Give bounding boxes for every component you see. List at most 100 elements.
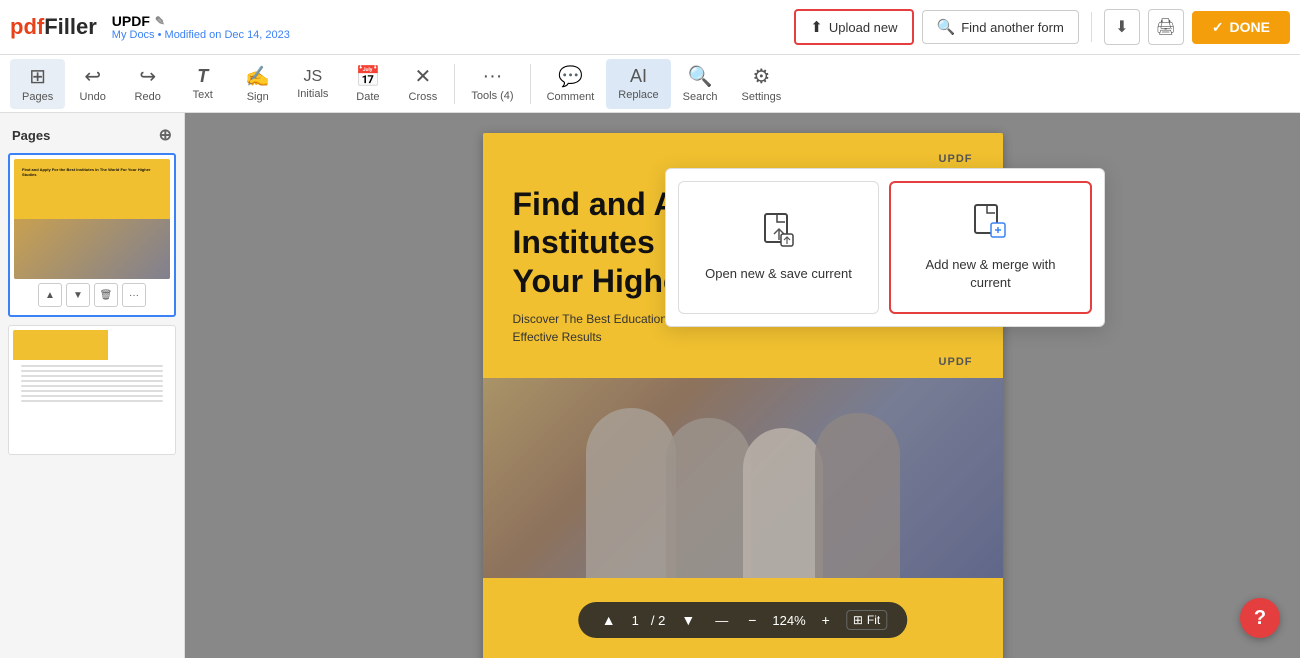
comment-icon: 💬 (558, 64, 583, 89)
sign-label: Sign (247, 91, 269, 103)
toolbar-settings[interactable]: ⚙ Settings (729, 59, 793, 109)
thumb-line-4 (21, 380, 163, 382)
replace-icon: AI (630, 66, 647, 87)
doc-title-text: UPDF (112, 13, 150, 29)
comment-label: Comment (547, 91, 595, 103)
replace-label: Replace (618, 89, 658, 101)
zoom-out-button[interactable]: − (744, 610, 760, 630)
toolbar-pages[interactable]: ⊞ Pages (10, 59, 65, 109)
sidebar-add-icon[interactable]: ⊕ (159, 125, 172, 145)
logo: pdfFiller (10, 14, 97, 40)
page-1-up-button[interactable]: ▲ (38, 283, 62, 307)
page-down-button[interactable]: ▼ (677, 610, 699, 630)
toolbar-initials[interactable]: JS Initials (285, 59, 340, 109)
thumb-2-strip (13, 330, 108, 360)
toolbar-sign[interactable]: ✍ Sign (230, 59, 285, 109)
toolbar-search[interactable]: 🔍 Search (671, 59, 730, 109)
upload-label: Upload new (829, 20, 898, 35)
done-button[interactable]: ✓ DONE (1192, 11, 1290, 44)
upload-new-button[interactable]: ⬆ Upload new (794, 9, 913, 45)
thumb-line-6 (21, 390, 163, 392)
thumb-line-8 (21, 400, 163, 402)
open-new-icon (763, 212, 795, 255)
toolbar-date[interactable]: 📅 Date (340, 59, 395, 109)
add-new-text: Add new & merge with current (906, 256, 1075, 292)
edit-icon[interactable]: ✎ (155, 14, 165, 28)
find-label: Find another form (961, 20, 1064, 35)
pages-label: Pages (22, 91, 53, 103)
download-button[interactable]: ⬇ (1104, 9, 1140, 45)
text-icon: T (197, 66, 208, 87)
search-label: Search (683, 91, 718, 103)
main-layout: Pages ⊕ 1 Find and Apply For the Best In… (0, 113, 1300, 658)
settings-icon: ⚙ (752, 64, 770, 89)
fit-icon: ⊞ (853, 613, 863, 627)
undo-label: Undo (80, 91, 106, 103)
toolbar-replace[interactable]: AI Replace (606, 59, 670, 109)
redo-label: Redo (135, 91, 161, 103)
upload-icon: ⬆ (810, 18, 823, 36)
thumb-1-content: Find and Apply For the Best Institutes I… (14, 159, 170, 279)
download-icon: ⬇ (1115, 17, 1128, 37)
zoom-in-button[interactable]: + (818, 610, 834, 630)
toolbar-undo[interactable]: ↩ Undo (65, 59, 120, 109)
bottom-bar: ▲ 1 / 2 ▼ — − 124% + ⊞ Fit (578, 602, 907, 638)
add-new-icon (973, 203, 1009, 246)
find-another-form-button[interactable]: 🔍 Find another form (922, 10, 1079, 44)
logo-filler: Filler (44, 14, 97, 40)
page-1-down-button[interactable]: ▼ (66, 283, 90, 307)
pdf-header-bar: UPDF (483, 133, 1003, 165)
content-area: UPDF Find and Apply For the Best Institu… (185, 113, 1300, 658)
done-check-icon: ✓ (1212, 19, 1224, 36)
tools-icon: ··· (482, 65, 502, 88)
text-label: Text (193, 89, 213, 101)
toolbar-divider (454, 64, 455, 104)
find-icon: 🔍 (937, 18, 956, 36)
add-new-merge-option[interactable]: Add new & merge with current (889, 181, 1092, 314)
thumb-2-lines (21, 365, 163, 405)
cross-label: Cross (409, 91, 438, 103)
thumb-1-text: Find and Apply For the Best Institutes I… (22, 167, 162, 177)
page-1-delete-button[interactable]: 🗑 (94, 283, 118, 307)
doc-info: UPDF ✎ My Docs • Modified on Dec 14, 202… (112, 13, 290, 41)
undo-icon: ↩ (84, 64, 101, 89)
page-1-more-button[interactable]: ··· (122, 283, 146, 307)
doc-meta: My Docs • Modified on Dec 14, 2023 (112, 29, 290, 41)
toolbar-text[interactable]: T Text (175, 59, 230, 109)
pdf-updf-label: UPDF (483, 356, 1003, 368)
fit-button[interactable]: ⊞ Fit (846, 610, 887, 630)
page-thumbnail-1[interactable]: 1 Find and Apply For the Best Institutes… (8, 153, 176, 317)
header: pdfFiller UPDF ✎ My Docs • Modified on D… (0, 0, 1300, 55)
zoom-level: 124% (772, 613, 805, 628)
thumb-line-3 (21, 375, 163, 377)
toolbar-tools[interactable]: ··· Tools (4) (459, 59, 525, 109)
zoom-separator: — (715, 613, 728, 628)
initials-icon: JS (303, 68, 322, 86)
fit-label: Fit (867, 613, 880, 627)
thumb-line-1 (21, 365, 163, 367)
help-button[interactable]: ? (1240, 598, 1280, 638)
page-current: 1 (632, 613, 639, 628)
open-new-save-current-option[interactable]: Open new & save current (678, 181, 879, 314)
date-label: Date (356, 91, 379, 103)
initials-label: Initials (297, 88, 328, 100)
toolbar-redo[interactable]: ↪ Redo (120, 59, 175, 109)
upload-dropdown: Open new & save current Add new & merge … (665, 168, 1105, 327)
search-icon: 🔍 (688, 64, 713, 89)
thumb-line-7 (21, 395, 163, 397)
toolbar-comment[interactable]: 💬 Comment (535, 59, 607, 109)
toolbar-divider2 (530, 64, 531, 104)
sidebar-header: Pages ⊕ (8, 121, 176, 153)
thumb-line-2 (21, 370, 163, 372)
toolbar-cross[interactable]: ✕ Cross (395, 59, 450, 109)
page-thumbnail-2[interactable]: 2 (8, 325, 176, 455)
tools-label: Tools (4) (471, 90, 513, 102)
page-1-actions: ▲ ▼ 🗑 ··· (14, 279, 170, 311)
header-actions: ⬆ Upload new 🔍 Find another form ⬇ 🖨 ✓ D… (794, 9, 1290, 45)
print-button[interactable]: 🖨 (1148, 9, 1184, 45)
image-overlay (483, 378, 1003, 578)
sign-icon: ✍ (245, 64, 270, 89)
page-up-button[interactable]: ▲ (598, 610, 620, 630)
sidebar-title: Pages (12, 128, 50, 143)
header-separator (1091, 12, 1092, 42)
